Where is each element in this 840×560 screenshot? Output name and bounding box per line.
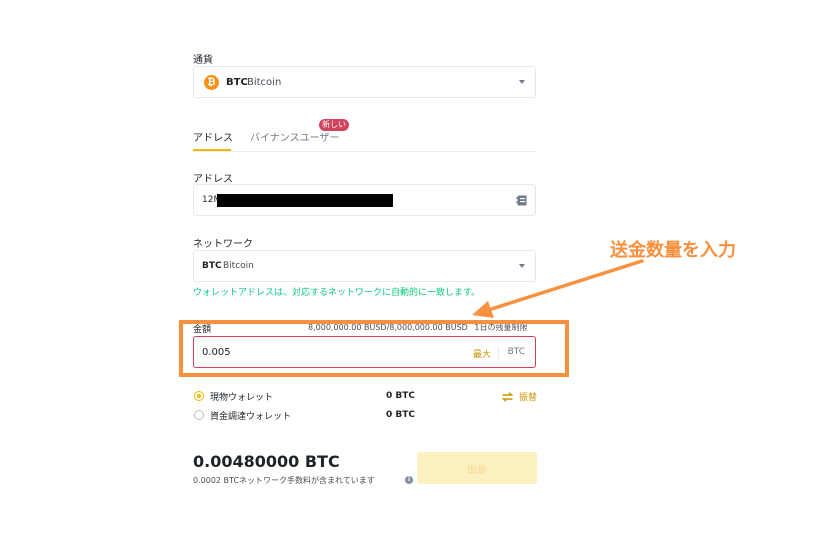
withdraw-button[interactable]: 出金: [417, 452, 537, 484]
new-badge: 新しい: [319, 119, 349, 131]
address-redaction: [217, 194, 393, 207]
network-symbol: BTC: [202, 261, 222, 271]
funding-wallet-balance: 0 BTC: [386, 410, 415, 420]
chevron-down-icon: [519, 80, 525, 84]
currency-symbol: BTC: [226, 77, 248, 88]
radio-funding-wallet[interactable]: [194, 410, 204, 420]
highlight-box: [179, 320, 569, 377]
tab-address[interactable]: アドレス: [193, 129, 233, 144]
network-label: ネットワーク: [193, 239, 253, 250]
radio-spot-wallet[interactable]: [194, 391, 204, 401]
bitcoin-icon: ₿: [204, 75, 219, 90]
tab-divider: [193, 151, 536, 152]
address-input[interactable]: 12M: [193, 184, 536, 216]
transfer-button[interactable]: 振替: [502, 390, 537, 403]
receive-amount: 0.00480000 BTC: [193, 452, 340, 471]
fee-note: 0.0002 BTCネットワーク手数料が含まれています: [193, 476, 375, 485]
info-icon[interactable]: i: [405, 476, 413, 484]
currency-name: Bitcoin: [247, 77, 282, 88]
funding-wallet-label: 資金調達ウォレット: [210, 412, 292, 422]
network-hint: ウォレットアドレスは、対応するネットワークに自動的に一致します。: [193, 288, 481, 298]
tab-binance-user[interactable]: バイナンスユーザー: [250, 129, 339, 144]
currency-label: 通貨: [193, 55, 213, 66]
address-label: アドレス: [193, 174, 233, 185]
arrow-icon: [472, 259, 644, 318]
swap-icon: [502, 391, 513, 402]
currency-select[interactable]: ₿ BTC Bitcoin: [193, 66, 536, 98]
withdraw-label: 出金: [467, 464, 487, 476]
transfer-label: 振替: [519, 393, 538, 403]
network-name: Bitcoin: [223, 261, 254, 271]
spot-wallet-label: 現物ウォレット: [210, 393, 274, 403]
spot-wallet-balance: 0 BTC: [386, 391, 415, 401]
address-book-icon[interactable]: [516, 195, 527, 206]
